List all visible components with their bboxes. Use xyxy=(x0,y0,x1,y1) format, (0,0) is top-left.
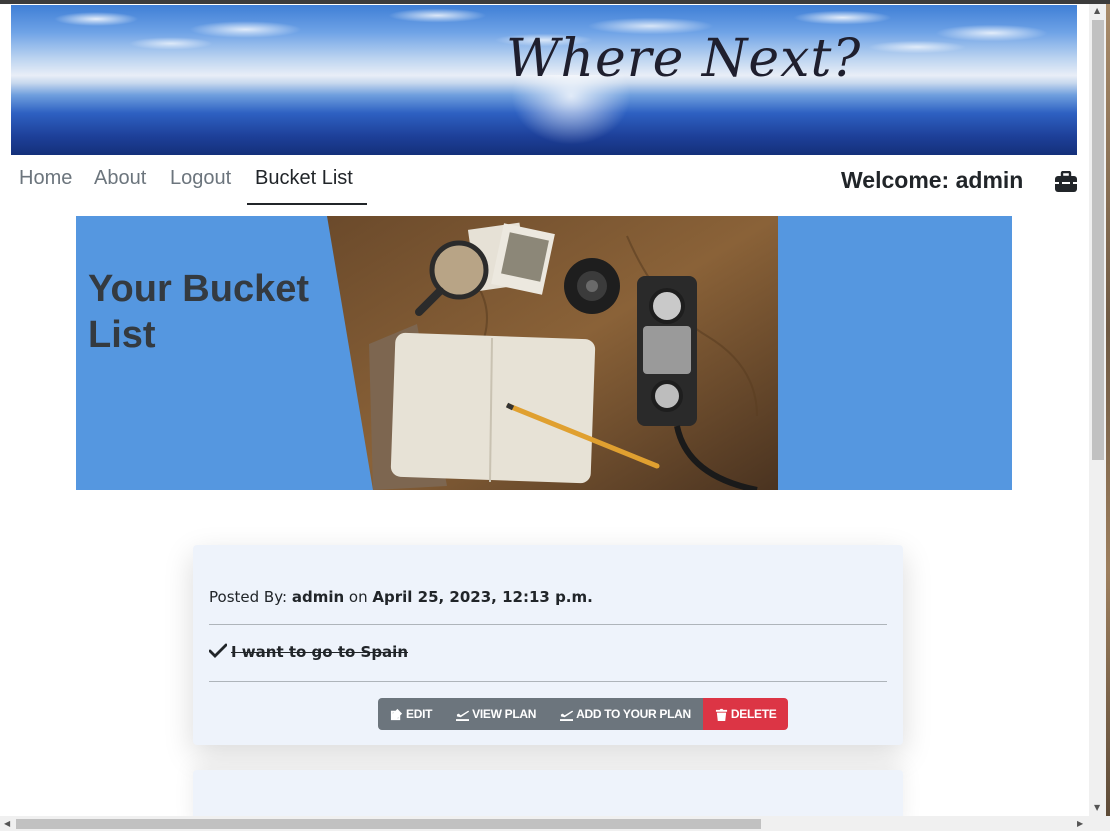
main-nav: Home About Logout Bucket List Welcome: a… xyxy=(11,155,1077,207)
scroll-up-arrow-icon[interactable]: ▲ xyxy=(1094,6,1100,15)
vertical-scrollbar-thumb[interactable] xyxy=(1092,20,1104,460)
trash-icon xyxy=(715,708,727,721)
check-icon xyxy=(209,643,227,658)
view-plan-button-label: VIEW PLAN xyxy=(472,707,537,721)
travel-desk-photo xyxy=(327,216,778,490)
scroll-right-arrow-icon[interactable]: ▶ xyxy=(1077,819,1083,828)
background-edge xyxy=(1106,4,1110,816)
edit-icon xyxy=(390,708,403,720)
posted-info: Posted By: admin on April 25, 2023, 12:1… xyxy=(209,588,593,606)
view-plan-button[interactable]: VIEW PLAN xyxy=(444,698,549,730)
browser-top-edge xyxy=(0,0,1110,4)
welcome-text: Welcome: admin xyxy=(841,167,1024,193)
bucket-item: I want to go to Spain xyxy=(209,643,408,661)
site-title[interactable]: Where Next? xyxy=(506,29,861,89)
plane-departure-icon xyxy=(456,710,470,721)
divider xyxy=(209,681,887,682)
scroll-down-arrow-icon[interactable]: ▼ xyxy=(1094,803,1100,812)
delete-button[interactable]: DELETE xyxy=(702,698,789,730)
entry-actions: EDIT VIEW PLAN ADD TO YOUR PLAN DELETE xyxy=(378,698,789,730)
nav-about[interactable]: About xyxy=(94,167,146,190)
edit-button-label: EDIT xyxy=(406,707,433,721)
plane-departure-icon xyxy=(560,710,574,721)
entry-date: April 25, 2023, 12:13 p.m. xyxy=(372,588,593,606)
divider xyxy=(209,624,887,625)
horizontal-scrollbar-thumb[interactable] xyxy=(16,819,761,829)
posted-by-label: Posted By: xyxy=(209,588,288,606)
bucket-list-entry-card: Posted By: admin on April 25, 2023, 12:1… xyxy=(193,545,903,745)
hero-section: Your Bucket List xyxy=(76,216,1012,490)
header-banner: Where Next? xyxy=(11,5,1077,155)
edit-button[interactable]: EDIT xyxy=(378,698,445,730)
on-label: on xyxy=(348,588,368,606)
nav-bucket-list[interactable]: Bucket List xyxy=(255,167,353,190)
scroll-left-arrow-icon[interactable]: ◀ xyxy=(4,819,10,828)
nav-logout[interactable]: Logout xyxy=(170,167,231,190)
toolbox-icon[interactable] xyxy=(1054,171,1078,193)
bucket-item-text: I want to go to Spain xyxy=(231,643,408,661)
entry-author: admin xyxy=(291,588,345,606)
add-to-plan-button-label: ADD TO YOUR PLAN xyxy=(576,707,691,721)
add-to-plan-button[interactable]: ADD TO YOUR PLAN xyxy=(548,698,703,730)
hero-title: Your Bucket List xyxy=(88,268,310,356)
nav-home[interactable]: Home xyxy=(19,167,72,190)
delete-button-label: DELETE xyxy=(730,707,777,721)
nav-active-underline xyxy=(247,203,367,205)
